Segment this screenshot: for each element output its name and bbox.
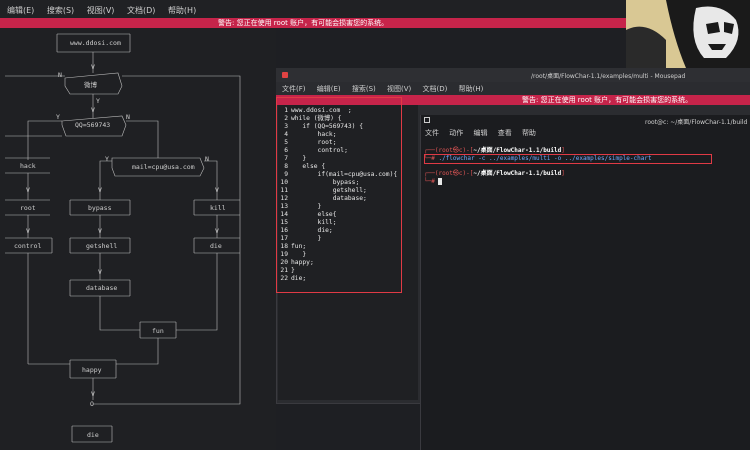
svg-text:V: V [98, 186, 102, 194]
back-warning-text: 警告: 您正在使用 root 账户，有可能会损害您的系统。 [218, 19, 389, 27]
node-hack: hack [5, 157, 50, 174]
terminal-cursor [438, 178, 443, 185]
term-menu-view[interactable]: 查看 [498, 128, 512, 138]
svg-text:N: N [126, 113, 130, 121]
code-highlight-box [276, 97, 402, 293]
svg-text:die: die [210, 242, 222, 250]
node-site: www.ddosi.com [56, 33, 131, 53]
terminal-menubar: 文件 动作 编辑 查看 帮助 [420, 127, 750, 139]
command-highlight-box [424, 154, 712, 164]
mp-menu-file[interactable]: 文件(F) [282, 84, 306, 94]
avatar-image [626, 0, 750, 68]
svg-text:V: V [98, 268, 102, 276]
svg-text:control: control [14, 242, 41, 250]
svg-text:V: V [91, 63, 95, 71]
mousepad-title: /root/桌面/FlowChar-1.1/examples/multi - M… [531, 73, 686, 80]
mousepad-titlebar: /root/桌面/FlowChar-1.1/examples/multi - M… [276, 68, 750, 82]
node-root: root [5, 199, 50, 216]
svg-text:微博: 微博 [84, 80, 98, 89]
svg-text:die: die [87, 431, 99, 439]
svg-text:V: V [26, 227, 30, 235]
mousepad-menubar: 文件(F) 编辑(E) 搜索(S) 视图(V) 文档(D) 帮助(H) [276, 82, 750, 95]
svg-text:mail=cpu@usa.com: mail=cpu@usa.com [132, 163, 195, 171]
menu-help[interactable]: 帮助(H) [168, 5, 196, 16]
node-database: database [69, 279, 131, 297]
mp-menu-help[interactable]: 帮助(H) [459, 84, 484, 94]
node-getshell: getshell [69, 237, 131, 254]
menu-document[interactable]: 文档(D) [127, 5, 155, 16]
term-menu-file[interactable]: 文件 [425, 128, 439, 138]
svg-text:QQ=569743: QQ=569743 [75, 121, 110, 129]
svg-text:V: V [215, 227, 219, 235]
menu-view[interactable]: 视图(V) [87, 5, 115, 16]
node-mail: mail=cpu@usa.com Y N [105, 155, 209, 177]
svg-text:Y: Y [96, 97, 100, 105]
term-menu-help[interactable]: 帮助 [522, 128, 536, 138]
svg-text:V: V [215, 186, 219, 194]
node-die-final: die [71, 425, 113, 443]
svg-text:www.ddosi.com: www.ddosi.com [70, 39, 121, 47]
svg-text:bypass: bypass [88, 204, 112, 212]
svg-text:N: N [58, 71, 62, 79]
term-menu-edit[interactable]: 编辑 [473, 128, 487, 138]
node-control: control [5, 237, 53, 254]
svg-text:V: V [98, 227, 102, 235]
mp-menu-view[interactable]: 视图(V) [387, 84, 411, 94]
svg-text:getshell: getshell [86, 242, 117, 250]
mousepad-warning-text: 警告: 您正在使用 root 账户，有可能会损害您的系统。 [522, 96, 693, 104]
svg-text:root: root [20, 204, 36, 212]
term-menu-action[interactable]: 动作 [449, 128, 463, 138]
node-die: die [193, 237, 240, 254]
terminal-window[interactable] [420, 115, 750, 450]
svg-text:Y: Y [56, 113, 60, 121]
node-bypass: bypass [69, 199, 131, 216]
menu-edit[interactable]: 编辑(E) [7, 5, 34, 16]
svg-text:kill: kill [210, 204, 226, 212]
mp-menu-edit[interactable]: 编辑(E) [317, 84, 341, 94]
node-fun: fun [139, 321, 177, 339]
terminal-title: root@c: ~/桌面/FlowChar-1.1/build [645, 119, 748, 126]
ascii-flowchart: www.ddosi.com V 微博 N Y V QQ=569743 Y N h… [5, 33, 241, 443]
svg-text:V: V [91, 106, 95, 114]
mp-menu-search[interactable]: 搜索(S) [352, 84, 376, 94]
svg-text:fun: fun [152, 327, 164, 335]
menu-search[interactable]: 搜索(S) [47, 5, 74, 16]
svg-text:hack: hack [20, 162, 36, 170]
terminal-titlebar: root@c: ~/桌面/FlowChar-1.1/build [420, 115, 750, 127]
back-window-menubar: 编辑(E) 搜索(S) 视图(V) 文档(D) 帮助(H) [0, 0, 626, 18]
terminal-prompt-2: ┌──(root㉿c)-[~/桌面/FlowChar-1.1/build] [424, 170, 565, 177]
svg-text:database: database [86, 284, 117, 292]
back-window-warning-bar: 警告: 您正在使用 root 账户，有可能会损害您的系统。 [0, 18, 626, 28]
terminal-icon [424, 117, 430, 123]
svg-text:V: V [91, 390, 95, 398]
app-icon [282, 72, 288, 78]
svg-text:Y: Y [105, 155, 109, 163]
mp-menu-document[interactable]: 文档(D) [423, 84, 448, 94]
svg-text:N: N [205, 155, 209, 163]
svg-text:happy: happy [82, 366, 102, 374]
node-weibo: 微博 N [58, 71, 123, 95]
node-kill: kill [193, 199, 240, 216]
node-happy: happy [69, 359, 117, 379]
svg-text:V: V [26, 186, 30, 194]
terminal-cursor-line: └─# [424, 178, 443, 186]
